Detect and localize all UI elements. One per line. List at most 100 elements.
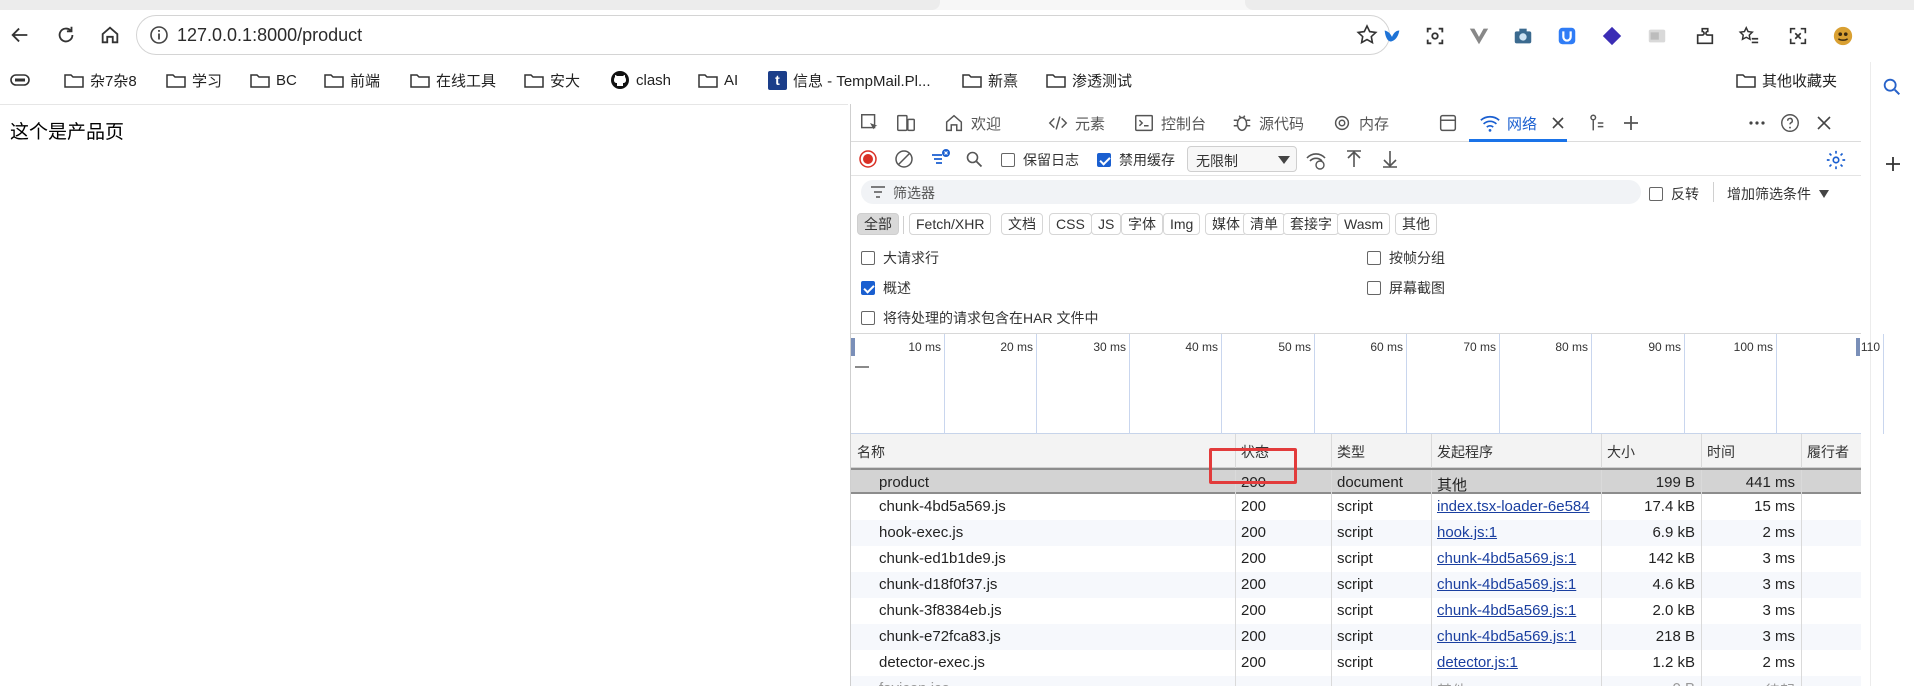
extension-bird[interactable] [1380, 24, 1404, 48]
clear-icon[interactable] [895, 150, 913, 168]
column-initiator[interactable]: 发起程序 [1437, 442, 1493, 462]
network-settings-icon[interactable] [1825, 149, 1847, 171]
overview-checkbox[interactable]: 概述 [861, 278, 911, 298]
record-icon[interactable] [859, 150, 877, 168]
request-row[interactable]: chunk-3f8384eb.js 200 script chunk-4bd5a569… [851, 598, 1861, 624]
tab-elements[interactable]: 元素 [1047, 110, 1105, 136]
type-filter-chip[interactable]: 文档 [1001, 213, 1043, 235]
invert-box[interactable] [1649, 187, 1663, 201]
export-har-icon[interactable] [1381, 149, 1399, 169]
bookmark-item[interactable]: 新熹 [962, 68, 1018, 92]
add-icon[interactable] [1883, 154, 1903, 174]
disable-cache-box[interactable] [1097, 153, 1111, 167]
tab-sources[interactable]: 源代码 [1231, 110, 1304, 136]
big-rows-checkbox[interactable]: 大请求行 [861, 248, 939, 268]
close-devtools-icon[interactable] [1815, 114, 1833, 132]
screenshots-box[interactable] [1367, 281, 1381, 295]
reload-button[interactable] [50, 20, 82, 50]
bookmark-item[interactable]: 学习 [166, 68, 222, 92]
performance-insights-icon[interactable] [1585, 112, 1607, 134]
preserve-log-box[interactable] [1001, 153, 1015, 167]
request-row[interactable]: favicon.ico 其他 0 B 待起 [851, 676, 1861, 686]
screenshot-button[interactable] [1786, 24, 1810, 48]
tab-memory[interactable]: 内存 [1331, 110, 1389, 136]
bookmark-item[interactable]: 在线工具 [410, 68, 496, 92]
invert-checkbox[interactable]: 反转 [1649, 184, 1699, 204]
address-bar[interactable]: 127.0.0.1:8000/product [136, 15, 1390, 55]
bookmark-item[interactable]: AI [698, 68, 738, 92]
column-fulfilled-by[interactable]: 履行者 [1807, 442, 1849, 462]
bookmark-item[interactable]: 前端 [324, 68, 380, 92]
close-tab-icon[interactable] [1551, 116, 1565, 130]
extension-scan[interactable] [1423, 24, 1447, 48]
disable-cache-checkbox[interactable]: 禁用缓存 [1097, 150, 1175, 170]
screenshots-checkbox[interactable]: 屏幕截图 [1367, 278, 1445, 298]
bookmark-item[interactable]: t 信息 - TempMail.Pl... [768, 68, 931, 92]
timeline-left-handle[interactable] [851, 338, 855, 356]
url-text[interactable]: 127.0.0.1:8000/product [177, 25, 362, 46]
request-row[interactable]: chunk-ed1b1de9.js 200 script chunk-4bd5a569… [851, 546, 1861, 572]
type-filter-chip[interactable]: 套接字 [1283, 213, 1339, 235]
timeline-right-handle[interactable] [1856, 338, 1860, 356]
extension-card[interactable] [1645, 24, 1669, 48]
type-filter-chip[interactable]: 字体 [1121, 213, 1163, 235]
tab-console[interactable]: 控制台 [1133, 110, 1206, 136]
network-conditions-icon[interactable] [1305, 149, 1327, 171]
bookmark-item[interactable]: clash [610, 68, 671, 92]
request-initiator[interactable]: chunk-4bd5a569.js:1 [1437, 576, 1597, 593]
request-initiator[interactable]: chunk-4bd5a569.js:1 [1437, 628, 1597, 645]
extension-camera[interactable] [1511, 24, 1535, 48]
request-initiator[interactable]: index.tsx-loader-6e584 [1437, 498, 1597, 515]
type-filter-chip[interactable]: 媒体 [1205, 213, 1247, 235]
request-initiator[interactable]: hook.js:1 [1437, 524, 1597, 541]
back-button[interactable] [4, 20, 36, 50]
preserve-log-checkbox[interactable]: 保留日志 [1001, 150, 1079, 170]
profile-avatar[interactable] [1831, 24, 1855, 48]
type-filter-chip[interactable]: 全部 [857, 213, 899, 235]
device-toolbar-icon[interactable] [895, 112, 917, 134]
request-row[interactable]: chunk-4bd5a569.js 200 script index.tsx-load… [851, 494, 1861, 520]
request-row[interactable]: chunk-d18f0f37.js 200 script chunk-4bd5a569… [851, 572, 1861, 598]
column-time[interactable]: 时间 [1707, 442, 1735, 462]
include-pending-har-box[interactable] [861, 311, 875, 325]
type-filter-chip[interactable]: CSS [1049, 213, 1092, 235]
home-button[interactable] [94, 20, 126, 50]
column-name[interactable]: 名称 [857, 442, 885, 462]
active-tab-edge[interactable] [0, 0, 940, 10]
extension-u[interactable] [1555, 24, 1579, 48]
request-initiator[interactable]: chunk-4bd5a569.js:1 [1437, 550, 1597, 567]
favorites-button[interactable] [1737, 24, 1761, 48]
inspect-icon[interactable] [859, 112, 881, 134]
bookmark-item[interactable]: BC [250, 68, 297, 92]
overview-box[interactable] [861, 281, 875, 295]
bookmark-item[interactable]: 杂7杂8 [64, 68, 137, 92]
inactive-tab-edge[interactable] [1245, 0, 1914, 10]
other-bookmarks[interactable]: 其他收藏夹 [1736, 68, 1837, 92]
type-filter-chip[interactable]: Wasm [1337, 213, 1391, 235]
extensions-button[interactable] [1693, 24, 1717, 48]
tab-network[interactable]: 网络 [1468, 110, 1568, 142]
request-row[interactable]: chunk-e72fca83.js 200 script chunk-4bd5a569… [851, 624, 1861, 650]
filter-input[interactable]: 筛选器 [861, 180, 1641, 204]
tab-welcome[interactable]: 欢迎 [943, 110, 1001, 136]
request-initiator[interactable]: detector.js:1 [1437, 654, 1597, 671]
group-by-frame-checkbox[interactable]: 按帧分组 [1367, 248, 1445, 268]
include-pending-har-checkbox[interactable]: 将待处理的请求包含在HAR 文件中 [861, 308, 1098, 328]
more-filters-dropdown[interactable]: 增加筛选条件 [1727, 184, 1829, 204]
bookmark-item[interactable]: 渗透测试 [1046, 68, 1132, 92]
request-initiator[interactable]: chunk-4bd5a569.js:1 [1437, 602, 1597, 619]
help-icon[interactable] [1779, 112, 1801, 134]
more-options-icon[interactable] [1747, 113, 1767, 133]
column-size[interactable]: 大小 [1607, 442, 1635, 462]
column-type[interactable]: 类型 [1337, 442, 1365, 462]
import-har-icon[interactable] [1345, 149, 1363, 169]
search-icon[interactable] [965, 150, 983, 168]
big-rows-box[interactable] [861, 251, 875, 265]
network-overview-timeline[interactable]: 10 ms 20 ms 30 ms 40 ms 50 ms 60 ms 70 ms 80 ms… [851, 334, 1884, 434]
type-filter-chip[interactable]: Fetch/XHR [909, 213, 992, 235]
request-row[interactable]: detector-exec.js 200 script detector.js:1 1.… [851, 650, 1861, 676]
add-tab-icon[interactable] [1621, 113, 1641, 133]
extension-vue[interactable] [1467, 24, 1491, 48]
bookmark-item[interactable]: 安大 [524, 68, 580, 92]
request-row[interactable]: hook-exec.js 200 script hook.js:1 6.9 kB 2 ms [851, 520, 1861, 546]
